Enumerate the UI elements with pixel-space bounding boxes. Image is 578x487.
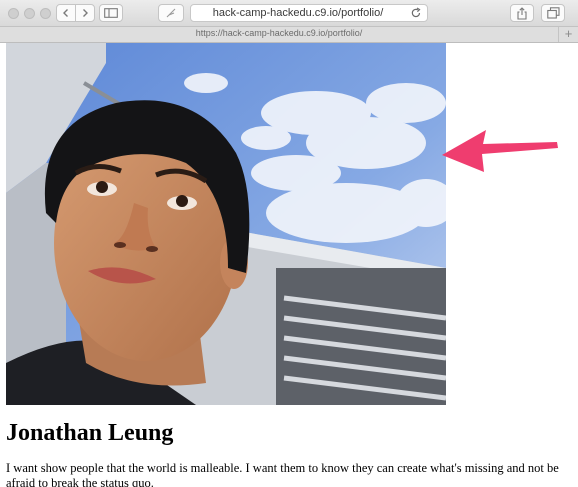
bookmark-button[interactable] [158,4,184,22]
chevron-right-icon [83,9,88,17]
reload-icon[interactable] [410,7,422,19]
address-bar[interactable]: hack-camp-hackedu.c9.io/portfolio/ [190,4,428,22]
new-tab-button[interactable]: + [558,27,578,42]
share-icon [517,6,527,20]
sidebar-icon [104,8,118,18]
zoom-window-button[interactable] [40,8,51,19]
annotation-arrow [442,130,558,172]
active-tab-title[interactable]: https://hack-camp-hackedu.c9.io/portfoli… [0,28,558,38]
browser-toolbar: hack-camp-hackedu.c9.io/portfolio/ [0,0,578,27]
tab-overview-icon [546,7,560,19]
feather-icon [166,8,176,18]
profile-bio: I want show people that the world is mal… [6,461,559,487]
tab-bar: https://hack-camp-hackedu.c9.io/portfoli… [0,27,578,43]
tab-overview-button[interactable] [541,4,565,22]
close-window-button[interactable] [8,8,19,19]
profile-photo [6,43,446,405]
sidebar-button[interactable] [99,4,123,22]
forward-button[interactable] [75,4,95,22]
chevron-left-icon [63,9,68,17]
minimize-window-button[interactable] [24,8,35,19]
address-bar-text: hack-camp-hackedu.c9.io/portfolio/ [212,7,384,19]
share-button[interactable] [510,4,534,22]
back-button[interactable] [56,4,76,22]
profile-name: Jonathan Leung [6,420,174,446]
